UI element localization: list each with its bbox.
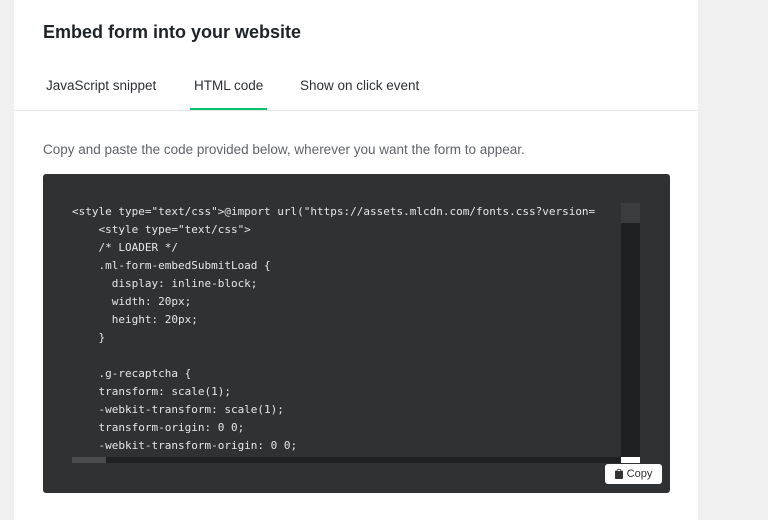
scrollbar-corner xyxy=(621,457,640,463)
tab-show-on-click-event[interactable]: Show on click event xyxy=(300,78,419,93)
instructions-text: Copy and paste the code provided below, … xyxy=(43,142,525,157)
page-title: Embed form into your website xyxy=(43,22,302,42)
code-scroll-area[interactable]: <style type="text/css">@import url("http… xyxy=(72,203,641,461)
copy-button[interactable]: Copy xyxy=(605,464,662,484)
vertical-scrollbar[interactable] xyxy=(621,203,640,457)
code-text[interactable]: <style type="text/css">@import url("http… xyxy=(72,203,641,455)
horizontal-scrollbar-thumb[interactable] xyxy=(72,457,106,463)
tab-html-code[interactable]: HTML code xyxy=(194,78,263,93)
copy-button-label: Copy xyxy=(626,468,653,480)
tab-bar: JavaScript snippet HTML code Show on cli… xyxy=(14,68,698,111)
vertical-scrollbar-thumb[interactable] xyxy=(621,203,640,223)
tab-javascript-snippet[interactable]: JavaScript snippet xyxy=(46,78,156,93)
embed-panel: Embed form into your website JavaScript … xyxy=(14,0,698,520)
active-tab-indicator xyxy=(190,108,267,110)
horizontal-scrollbar[interactable] xyxy=(72,457,621,463)
clipboard-icon xyxy=(614,469,623,479)
code-block: <style type="text/css">@import url("http… xyxy=(43,174,670,493)
